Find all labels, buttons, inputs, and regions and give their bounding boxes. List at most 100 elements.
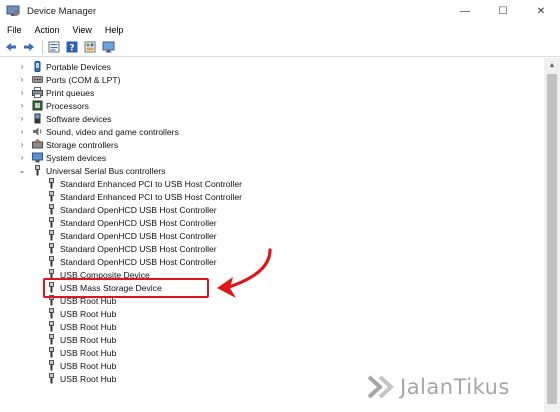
monitor-icon[interactable] — [100, 40, 116, 55]
usb-plug-icon — [46, 321, 57, 332]
svg-text:?: ? — [69, 44, 74, 54]
menu-action[interactable]: Action — [28, 25, 66, 35]
usb-device-label: USB Root Hub — [60, 321, 117, 332]
tree-item-ports[interactable]: › Ports (COM & LPT) — [0, 73, 544, 86]
usb-plug-icon — [46, 360, 57, 371]
tree-item-label: System devices — [46, 152, 107, 163]
maximize-button[interactable]: ☐ — [484, 0, 522, 22]
menu-bar: File Action View Help — [0, 22, 560, 38]
chevron-right-icon[interactable]: › — [18, 75, 26, 85]
tree-item-label: Print queues — [46, 87, 95, 98]
usb-plug-icon — [46, 256, 57, 267]
toolbar-separator — [42, 40, 43, 54]
window-title: Device Manager — [27, 5, 97, 17]
tree-item-portable-devices[interactable]: › Portable Devices — [0, 60, 544, 73]
tree-item-label: Software devices — [46, 113, 112, 124]
usb-device-item[interactable]: Standard Enhanced PCI to USB Host Contro… — [0, 177, 544, 190]
usb-device-label: Standard Enhanced PCI to USB Host Contro… — [60, 178, 242, 189]
chevron-right-icon[interactable]: › — [18, 88, 26, 98]
usb-device-label: USB Root Hub — [60, 347, 117, 358]
tree-item-label: Storage controllers — [46, 139, 119, 150]
usb-device-item[interactable]: Standard OpenHCD USB Host Controller — [0, 216, 544, 229]
usb-plug-icon — [46, 308, 57, 319]
tree-item-system-devices[interactable]: › System devices — [0, 151, 544, 164]
device-tree: › Portable Devices › Ports (COM & LPT) ›… — [0, 58, 544, 412]
menu-file[interactable]: File — [0, 25, 28, 35]
software-device-icon — [32, 113, 43, 124]
tree-item-print-queues[interactable]: › Print queues — [0, 86, 544, 99]
usb-device-item[interactable]: USB Root Hub — [0, 359, 544, 372]
storage-controller-icon — [32, 138, 43, 150]
usb-device-item[interactable]: USB Root Hub — [0, 333, 544, 346]
usb-plug-icon — [46, 334, 57, 345]
port-icon — [32, 74, 43, 85]
help-icon[interactable]: ? — [64, 40, 80, 55]
jalantikus-watermark: JalanTikus — [366, 372, 510, 402]
device-manager-app-icon — [6, 5, 20, 17]
chevron-right-icon[interactable]: › — [18, 140, 26, 150]
forward-icon[interactable] — [21, 40, 37, 55]
view-icon[interactable] — [82, 40, 98, 55]
tree-item-label: Ports (COM & LPT) — [46, 74, 121, 85]
vertical-scrollbar[interactable]: ▲ — [544, 58, 560, 412]
usb-device-label: Standard OpenHCD USB Host Controller — [60, 256, 217, 267]
close-button[interactable]: ✕ — [522, 0, 560, 22]
chevron-right-icon[interactable]: › — [18, 62, 26, 72]
usb-device-item[interactable]: USB Root Hub — [0, 307, 544, 320]
properties-icon[interactable] — [46, 40, 62, 55]
usb-device-item[interactable]: USB Root Hub — [0, 320, 544, 333]
usb-plug-icon — [46, 204, 57, 215]
system-device-icon — [32, 152, 43, 163]
usb-device-item[interactable]: Standard OpenHCD USB Host Controller — [0, 229, 544, 242]
chevron-down-icon[interactable]: ⌄ — [18, 166, 26, 176]
usb-device-label: Standard OpenHCD USB Host Controller — [60, 204, 217, 215]
title-bar: Device Manager — ☐ ✕ — [0, 0, 560, 22]
chevron-right-icon[interactable]: › — [18, 127, 26, 137]
tree-item-software-devices[interactable]: › Software devices — [0, 112, 544, 125]
usb-device-label: USB Root Hub — [60, 360, 117, 371]
tree-item-label: Sound, video and game controllers — [46, 126, 179, 137]
usb-icon — [32, 165, 43, 176]
usb-plug-icon — [46, 178, 57, 189]
tree-item-label: Processors — [46, 100, 89, 111]
highlight-box — [43, 278, 209, 298]
usb-device-label: Standard OpenHCD USB Host Controller — [60, 217, 217, 228]
sound-icon — [32, 126, 43, 137]
tree-item-sound-video[interactable]: › Sound, video and game controllers — [0, 125, 544, 138]
chevron-right-icon[interactable]: › — [18, 114, 26, 124]
scroll-up-arrow-icon[interactable]: ▲ — [544, 58, 560, 72]
usb-device-item[interactable]: Standard OpenHCD USB Host Controller — [0, 203, 544, 216]
printer-icon — [32, 87, 43, 98]
tree-item-processors[interactable]: › Processors — [0, 99, 544, 112]
tree-item-label: Portable Devices — [46, 61, 111, 72]
usb-plug-icon — [46, 373, 57, 384]
usb-plug-icon — [46, 230, 57, 241]
usb-device-label: USB Root Hub — [60, 373, 117, 384]
tree-item-storage-controllers[interactable]: › Storage controllers — [0, 138, 544, 151]
usb-plug-icon — [46, 243, 57, 254]
back-icon[interactable] — [3, 40, 19, 55]
toolbar: ? — [0, 38, 560, 57]
usb-device-label: Standard OpenHCD USB Host Controller — [60, 230, 217, 241]
usb-device-label: Standard OpenHCD USB Host Controller — [60, 243, 217, 254]
usb-device-label: Standard Enhanced PCI to USB Host Contro… — [60, 191, 242, 202]
usb-plug-icon — [46, 217, 57, 228]
usb-plug-icon — [46, 347, 57, 358]
menu-help[interactable]: Help — [98, 25, 130, 35]
menu-view[interactable]: View — [66, 25, 98, 35]
usb-device-label: USB Root Hub — [60, 308, 117, 319]
red-arrow-icon — [217, 248, 272, 298]
minimize-button[interactable]: — — [446, 0, 484, 22]
usb-plug-icon — [46, 191, 57, 202]
usb-device-label: USB Root Hub — [60, 334, 117, 345]
jalantikus-logo-icon — [367, 375, 394, 399]
portable-device-icon — [32, 61, 43, 72]
usb-device-item[interactable]: USB Root Hub — [0, 346, 544, 359]
chevron-right-icon[interactable]: › — [18, 153, 26, 163]
chevron-right-icon[interactable]: › — [18, 101, 26, 111]
watermark-text: JalanTikus — [400, 375, 510, 399]
processor-icon — [32, 100, 43, 111]
usb-device-item[interactable]: Standard Enhanced PCI to USB Host Contro… — [0, 190, 544, 203]
scroll-thumb[interactable] — [547, 74, 557, 404]
tree-item-usb-controllers[interactable]: ⌄ Universal Serial Bus controllers — [0, 164, 544, 177]
